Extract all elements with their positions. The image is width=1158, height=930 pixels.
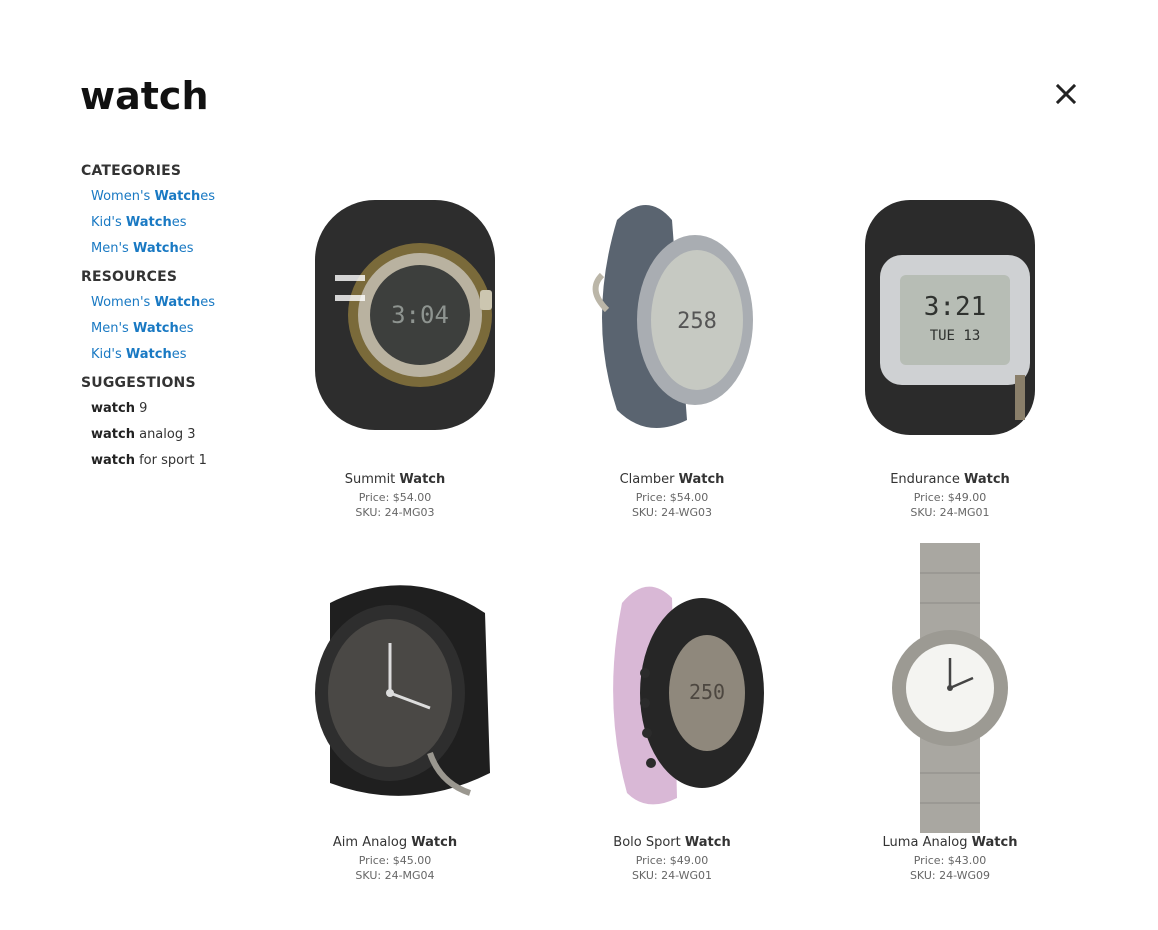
svg-text:258: 258 bbox=[677, 309, 717, 334]
product-price: Price: $43.00 bbox=[913, 854, 987, 867]
link-match: Watch bbox=[154, 295, 201, 310]
product-name-match: Watch bbox=[678, 472, 725, 487]
product-name-prefix: Aim Analog bbox=[332, 835, 412, 850]
suggestion-item[interactable]: watch analog 3 bbox=[91, 422, 281, 448]
suggestion-item[interactable]: watch 9 bbox=[91, 396, 281, 422]
product-card[interactable]: Aim Analog Watch Price: $45.00 SKU: 24-M… bbox=[270, 543, 520, 883]
suggestion-term: watch bbox=[91, 401, 135, 416]
link-prefix: Women's bbox=[91, 295, 155, 310]
close-button[interactable] bbox=[1050, 78, 1082, 110]
categories-section: CATEGORIES Women's Watches Kid's Watches… bbox=[81, 160, 281, 262]
product-name[interactable]: Endurance Watch bbox=[825, 470, 1075, 490]
link-suffix: es bbox=[200, 189, 216, 204]
product-name-prefix: Bolo Sport bbox=[613, 835, 685, 850]
product-price: Price: $54.00 bbox=[358, 491, 432, 504]
product-name[interactable]: Aim Analog Watch bbox=[270, 833, 520, 853]
product-card[interactable]: 3:21 TUE 13 Endurance Watch Price: $49.0… bbox=[825, 180, 1075, 520]
product-sku: SKU: 24-WG01 bbox=[631, 869, 713, 882]
link-match: Watch bbox=[154, 189, 201, 204]
link-suffix: es bbox=[200, 295, 216, 310]
link-prefix: Kid's bbox=[91, 347, 126, 362]
product-name-match: Watch bbox=[411, 835, 458, 850]
search-sidebar: CATEGORIES Women's Watches Kid's Watches… bbox=[81, 160, 281, 474]
product-name[interactable]: Clamber Watch bbox=[547, 470, 797, 490]
link-match: Watch bbox=[125, 215, 172, 230]
suggestion-term: watch bbox=[91, 453, 135, 468]
link-match: Watch bbox=[125, 347, 172, 362]
product-name-prefix: Luma Analog bbox=[882, 835, 972, 850]
categories-title: CATEGORIES bbox=[81, 163, 182, 179]
resources-title: RESOURCES bbox=[81, 269, 178, 285]
product-sku: SKU: 24-MG03 bbox=[355, 506, 435, 519]
product-name-prefix: Summit bbox=[344, 472, 400, 487]
luma-analog-watch-image bbox=[892, 543, 1008, 833]
product-price: Price: $54.00 bbox=[635, 491, 709, 504]
category-link-mens-watches[interactable]: Men's Watches bbox=[91, 236, 281, 262]
suggestion-term: watch bbox=[91, 427, 135, 442]
svg-text:250: 250 bbox=[689, 680, 725, 704]
product-card[interactable]: 250 Bolo Sport Watch Price: $49.00 SKU: … bbox=[547, 543, 797, 883]
link-match: Watch bbox=[132, 321, 179, 336]
suggestion-rest: analog 3 bbox=[134, 427, 196, 442]
link-prefix: Men's bbox=[91, 321, 133, 336]
link-suffix: es bbox=[171, 215, 187, 230]
link-prefix: Kid's bbox=[91, 215, 126, 230]
summit-watch-image: 3:04 bbox=[315, 200, 495, 430]
product-name-match: Watch bbox=[971, 835, 1018, 850]
svg-text:3:21: 3:21 bbox=[924, 292, 987, 322]
product-sku: SKU: 24-WG03 bbox=[631, 506, 713, 519]
product-name[interactable]: Bolo Sport Watch bbox=[547, 833, 797, 853]
product-card[interactable]: Luma Analog Watch Price: $43.00 SKU: 24-… bbox=[825, 543, 1075, 883]
product-name[interactable]: Summit Watch bbox=[270, 470, 520, 490]
product-name-match: Watch bbox=[684, 835, 731, 850]
product-price: Price: $45.00 bbox=[358, 854, 432, 867]
product-name[interactable]: Luma Analog Watch bbox=[825, 833, 1075, 853]
product-name-prefix: Endurance bbox=[890, 472, 964, 487]
resource-link-womens-watches[interactable]: Women's Watches bbox=[91, 290, 281, 316]
product-price: Price: $49.00 bbox=[635, 854, 709, 867]
suggestions-section: SUGGESTIONS watch 9 watch analog 3 watch… bbox=[81, 372, 281, 474]
resource-link-mens-watches[interactable]: Men's Watches bbox=[91, 316, 281, 342]
product-sku: SKU: 24-MG01 bbox=[910, 506, 990, 519]
product-price: Price: $49.00 bbox=[913, 491, 987, 504]
link-prefix: Men's bbox=[91, 241, 133, 256]
search-input[interactable] bbox=[80, 66, 980, 126]
product-card[interactable]: 3:04 Summit Watch Price: $54.00 SKU: 24-… bbox=[270, 180, 520, 520]
close-icon bbox=[1055, 83, 1077, 105]
product-name-prefix: Clamber bbox=[619, 472, 679, 487]
link-suffix: es bbox=[178, 241, 194, 256]
product-card[interactable]: 258 Clamber Watch Price: $54.00 SKU: 24-… bbox=[547, 180, 797, 520]
product-sku: SKU: 24-WG09 bbox=[909, 869, 991, 882]
suggestions-title: SUGGESTIONS bbox=[81, 375, 196, 391]
svg-text:3:04: 3:04 bbox=[391, 301, 449, 329]
clamber-watch-image: 258 bbox=[592, 205, 753, 428]
endurance-watch-image: 3:21 TUE 13 bbox=[865, 200, 1035, 435]
link-match: Watch bbox=[132, 241, 179, 256]
bolo-sport-watch-image: 250 bbox=[613, 586, 764, 805]
product-name-match: Watch bbox=[399, 472, 446, 487]
suggestion-item[interactable]: watch for sport 1 bbox=[91, 448, 281, 474]
link-prefix: Women's bbox=[91, 189, 155, 204]
aim-analog-watch-image bbox=[315, 585, 490, 796]
category-link-kids-watches[interactable]: Kid's Watches bbox=[91, 210, 281, 236]
resource-link-kids-watches[interactable]: Kid's Watches bbox=[91, 342, 281, 368]
product-name-match: Watch bbox=[963, 472, 1010, 487]
link-suffix: es bbox=[171, 347, 187, 362]
svg-text:TUE 13: TUE 13 bbox=[930, 328, 981, 344]
suggestion-rest: for sport 1 bbox=[134, 453, 207, 468]
category-link-womens-watches[interactable]: Women's Watches bbox=[91, 184, 281, 210]
suggestion-rest: 9 bbox=[134, 401, 148, 416]
link-suffix: es bbox=[178, 321, 194, 336]
product-sku: SKU: 24-MG04 bbox=[355, 869, 435, 882]
resources-section: RESOURCES Women's Watches Men's Watches … bbox=[81, 266, 281, 368]
